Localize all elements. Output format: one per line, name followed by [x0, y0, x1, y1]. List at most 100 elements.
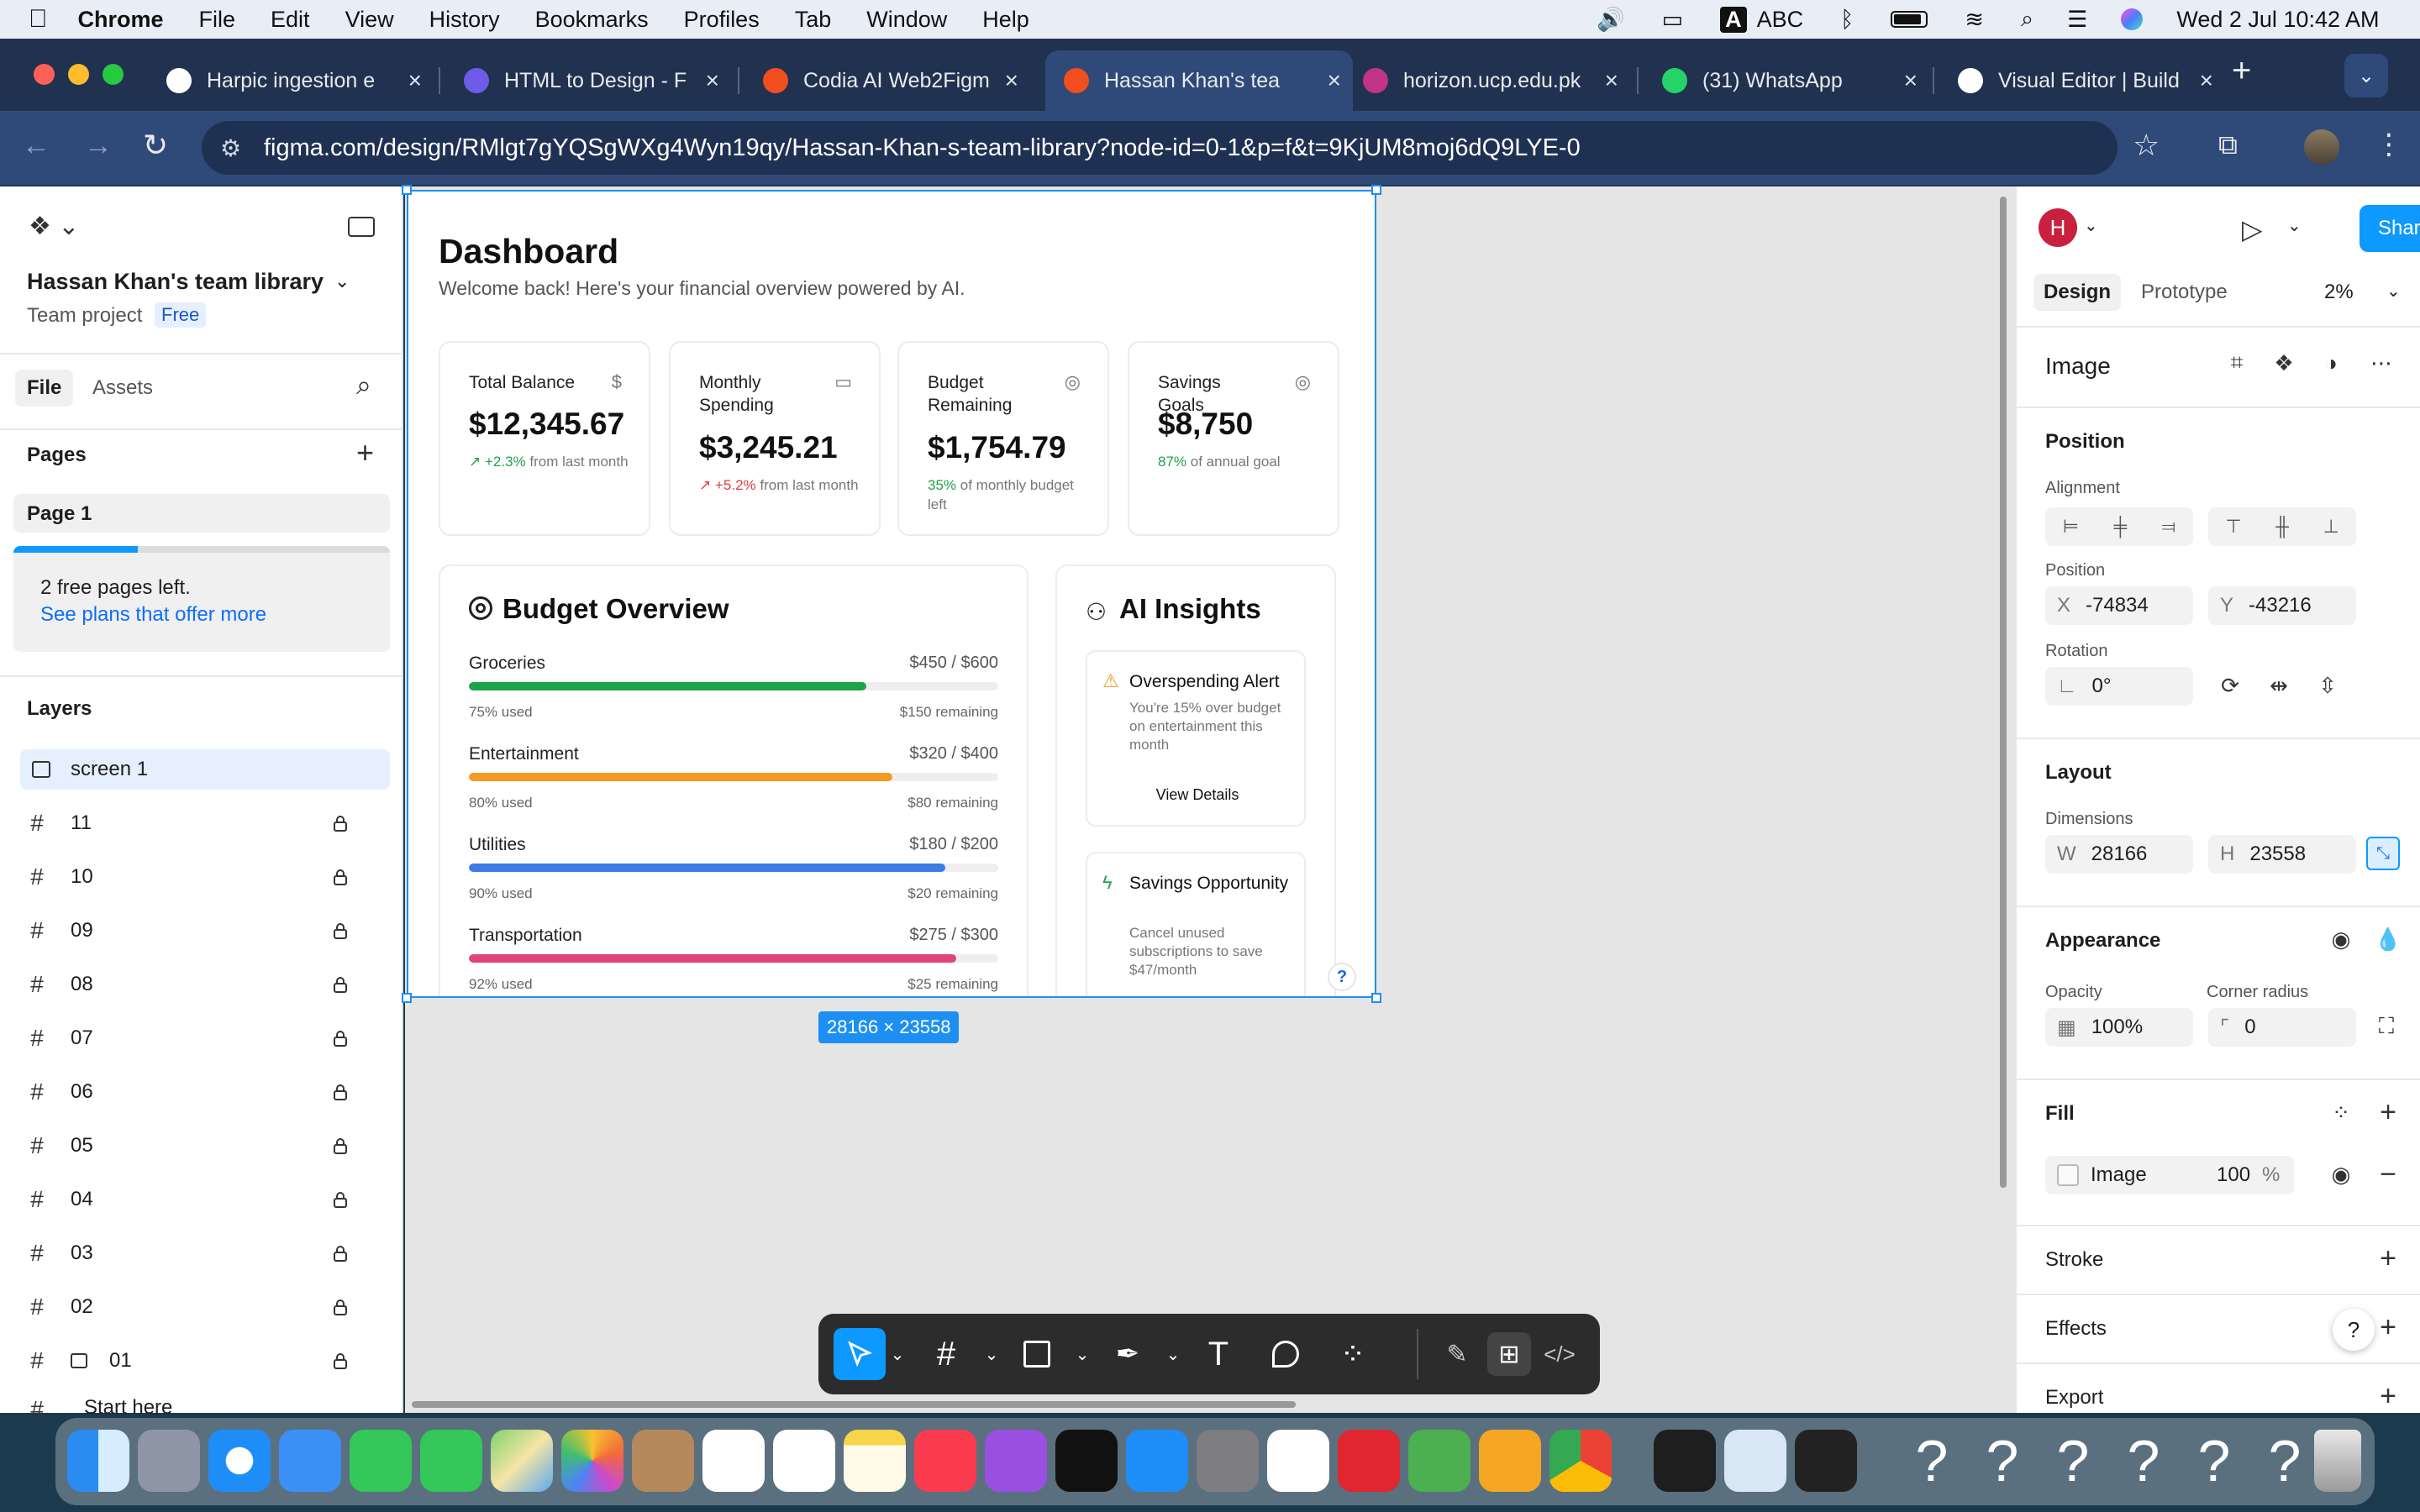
browser-tab[interactable]: Codia AI Web2Figm ×: [744, 55, 1030, 106]
height-field[interactable]: H 23558: [2208, 835, 2356, 874]
align-left-icon[interactable]: ⊨: [2063, 516, 2079, 538]
layer-item[interactable]: #10: [20, 857, 390, 897]
eye-icon[interactable]: ◉: [2324, 1158, 2358, 1191]
add-export-icon[interactable]: +: [2371, 1379, 2405, 1413]
corner-radius-value[interactable]: 0: [2244, 1016, 2255, 1039]
safari-icon[interactable]: [208, 1430, 271, 1492]
tab-search-button[interactable]: ⌄: [2344, 54, 2388, 97]
terminal-icon[interactable]: [1795, 1430, 1857, 1492]
menu-clock[interactable]: Wed 2 Jul 10:42 AM: [2176, 7, 2379, 33]
tab-file[interactable]: File: [15, 370, 74, 407]
flip-vertical-icon[interactable]: ⇳: [2311, 669, 2344, 702]
unknown-app-icon[interactable]: ?: [2254, 1430, 2316, 1492]
mail-icon[interactable]: [279, 1430, 341, 1492]
unknown-app-icon[interactable]: ?: [2183, 1430, 2245, 1492]
add-fill-icon[interactable]: +: [2371, 1095, 2405, 1129]
lock-icon[interactable]: [333, 1245, 348, 1262]
comment-tool-icon[interactable]: [1264, 1332, 1307, 1376]
browser-tab[interactable]: Hassan Khan's tea ×: [1045, 50, 1353, 111]
layer-item[interactable]: #02: [20, 1287, 390, 1327]
share-button[interactable]: Share: [2360, 205, 2420, 252]
unknown-app-icon[interactable]: ?: [1971, 1430, 2033, 1492]
tab-design[interactable]: Design: [2033, 274, 2122, 311]
layer-item[interactable]: #06: [20, 1072, 390, 1112]
wifi-icon[interactable]: ≋: [1965, 7, 1984, 33]
opacity-field[interactable]: ▦ 100%: [2045, 1008, 2193, 1047]
page-item[interactable]: Page 1: [13, 494, 390, 533]
resize-handle[interactable]: [402, 185, 412, 195]
input-source-label[interactable]: ABC: [1757, 7, 1804, 33]
minimize-window-button[interactable]: [68, 64, 89, 85]
h-value[interactable]: 23558: [2249, 843, 2306, 866]
unknown-app-icon[interactable]: ?: [1901, 1430, 1963, 1492]
figma-app-icon[interactable]: [1654, 1430, 1716, 1492]
design-frame[interactable]: Dashboard Welcome back! Here's your fina…: [407, 190, 1376, 998]
lock-icon[interactable]: [333, 1299, 348, 1315]
align-bottom-icon[interactable]: ⊥: [2323, 516, 2338, 538]
music-icon[interactable]: [914, 1430, 976, 1492]
reminders-icon[interactable]: [773, 1430, 835, 1492]
layer-item[interactable]: #08: [20, 964, 390, 1005]
constrain-proportions-icon[interactable]: ⤡: [2366, 837, 2400, 870]
menu-window[interactable]: Window: [866, 7, 947, 33]
tab-prototype[interactable]: Prototype: [2141, 281, 2228, 304]
close-tab-icon[interactable]: ×: [2200, 67, 2213, 94]
app-store-icon[interactable]: [1126, 1430, 1188, 1492]
display-icon[interactable]: ▭: [1662, 7, 1684, 33]
chevron-down-icon[interactable]: ⌄: [1071, 1332, 1094, 1376]
layer-item[interactable]: #05: [20, 1126, 390, 1166]
s-app-icon[interactable]: [1479, 1430, 1541, 1492]
vertical-scrollbar[interactable]: [2000, 197, 2007, 1188]
mask-icon[interactable]: ◑: [2314, 346, 2348, 380]
podcasts-icon[interactable]: [985, 1430, 1047, 1492]
siri-icon[interactable]: [2121, 8, 2144, 30]
resize-handle[interactable]: [1371, 185, 1381, 195]
trash-icon[interactable]: [2314, 1430, 2361, 1492]
search-icon[interactable]: ⌕: [2021, 6, 2033, 33]
draw-mode-icon[interactable]: ✎: [1435, 1332, 1479, 1376]
facetime-icon[interactable]: [350, 1430, 412, 1492]
menu-help[interactable]: Help: [982, 7, 1029, 33]
forward-icon[interactable]: →: [84, 129, 113, 162]
pages-app-icon[interactable]: [1408, 1430, 1470, 1492]
insight-action-button[interactable]: Review: [1087, 995, 1307, 996]
corner-radius-field[interactable]: ⌜ 0: [2208, 1008, 2356, 1047]
insight-action-button[interactable]: View Details: [1087, 786, 1307, 804]
text-tool-icon[interactable]: T: [1197, 1332, 1240, 1376]
maximize-window-button[interactable]: [103, 64, 124, 85]
lock-icon[interactable]: [333, 815, 348, 832]
calendar-icon[interactable]: [702, 1430, 765, 1492]
close-tab-icon[interactable]: ×: [1328, 67, 1341, 94]
remove-fill-icon[interactable]: −: [2371, 1158, 2405, 1191]
layer-item[interactable]: #01: [20, 1341, 390, 1381]
chevron-down-icon[interactable]: ⌄: [334, 270, 350, 292]
align-top-icon[interactable]: ⊤: [2225, 516, 2241, 538]
horizontal-scrollbar[interactable]: [412, 1401, 1296, 1408]
layer-item[interactable]: #11: [20, 803, 390, 843]
messages-icon[interactable]: [420, 1430, 482, 1492]
chrome-icon[interactable]: [1549, 1430, 1612, 1492]
eye-icon[interactable]: ◉: [2324, 922, 2358, 956]
dev-mode-icon[interactable]: </>: [1538, 1332, 1581, 1376]
avatar[interactable]: H: [2039, 208, 2077, 247]
new-tab-button[interactable]: +: [2232, 52, 2251, 90]
unknown-app-icon[interactable]: ?: [2112, 1430, 2175, 1492]
system-settings-icon[interactable]: [1197, 1430, 1259, 1492]
chevron-down-icon[interactable]: ⌄: [2287, 215, 2302, 236]
menu-file[interactable]: File: [199, 7, 236, 33]
profile-avatar[interactable]: [2304, 129, 2339, 165]
back-icon[interactable]: ←: [22, 129, 50, 162]
actions-icon[interactable]: ⁘: [1331, 1332, 1375, 1376]
apple-tv-icon[interactable]: [1055, 1430, 1118, 1492]
more-icon[interactable]: ⋯: [2365, 346, 2398, 380]
launchpad-icon[interactable]: [138, 1430, 200, 1492]
zoom-level[interactable]: 2%: [2324, 281, 2354, 304]
notes-icon[interactable]: [844, 1430, 906, 1492]
layer-item[interactable]: #09: [20, 911, 390, 951]
rotation-value[interactable]: 0°: [2092, 675, 2112, 698]
close-tab-icon[interactable]: ×: [408, 67, 422, 94]
rotate-icon[interactable]: ⟳: [2213, 669, 2247, 702]
browser-tab[interactable]: HTML to Design - F ×: [445, 55, 731, 106]
menu-history[interactable]: History: [429, 7, 500, 33]
lock-icon[interactable]: [333, 869, 348, 885]
